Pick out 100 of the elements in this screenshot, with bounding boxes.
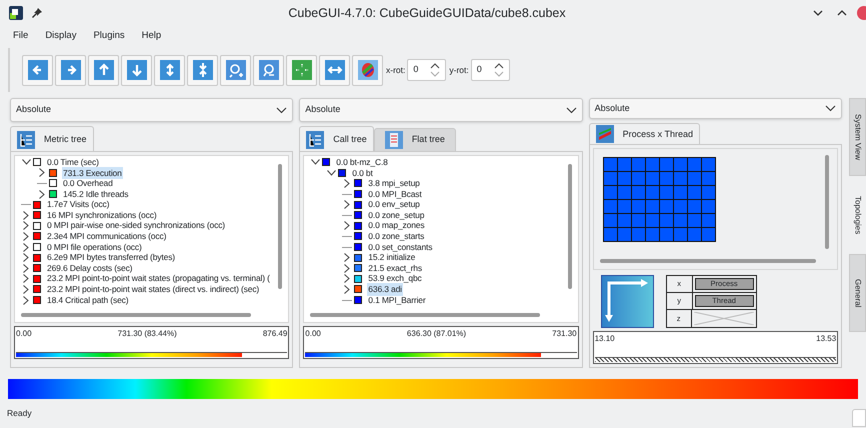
toolbar-button[interactable]: [253, 54, 284, 86]
side-tab[interactable]: General: [849, 254, 866, 332]
toolbar-button[interactable]: [154, 54, 185, 86]
tree-item[interactable]: 145.2 Idle threads: [62, 188, 130, 200]
xy-axes-icon: [600, 275, 654, 328]
chevron-right-icon[interactable]: [39, 168, 45, 178]
tree-item[interactable]: 0 MPI pair-wise one-sided synchronizations (occ): [46, 219, 226, 232]
menu-item[interactable]: Display: [45, 28, 76, 44]
pin-icon[interactable]: [32, 8, 42, 18]
spin-arrows-icon[interactable]: [430, 61, 440, 79]
scale-max-label: 731.30: [552, 328, 577, 340]
arrows-converge-icon: [192, 60, 212, 80]
zoom-out-icon: [258, 60, 278, 80]
tree-item[interactable]: 3.8 mpi_setup: [367, 177, 421, 190]
scale-min-label: 0.00: [305, 328, 321, 340]
tree-item[interactable]: 0 MPI file operations (occ): [46, 240, 143, 254]
mode-dropdown[interactable]: Absolute: [10, 98, 294, 122]
tree-item[interactable]: 2.3e4 MPI communications (occ): [46, 230, 168, 243]
topology-grid[interactable]: [602, 157, 716, 242]
toolbar-button[interactable]: [22, 54, 53, 86]
mode-dropdown[interactable]: Absolute: [299, 98, 583, 122]
toolbar-button[interactable]: [187, 54, 218, 86]
scale-value-label: 636.30 (87.01%): [406, 328, 466, 340]
status-text: Ready: [7, 407, 32, 420]
chevron-down-icon[interactable]: [22, 159, 30, 166]
app-logo-icon: [8, 5, 24, 21]
scale-max-label: 13.53: [816, 333, 836, 345]
tree-list-icon: [306, 130, 324, 148]
toolbar-button[interactable]: [220, 54, 251, 86]
tree-item[interactable]: 0.0 zone_starts: [367, 230, 426, 243]
chevron-right-icon[interactable]: [39, 190, 45, 199]
mode-dropdown[interactable]: Absolute: [588, 98, 842, 119]
chevron-down-icon: [276, 106, 288, 114]
toolbar-button[interactable]: [121, 54, 152, 86]
tree-item[interactable]: 0.0 env_setup: [367, 198, 421, 212]
arrow-up-icon: [94, 60, 114, 80]
vertical-scrollbar[interactable]: [278, 164, 282, 289]
spinbox-label: x-rot:: [386, 64, 406, 76]
tab[interactable]: Flat tree: [374, 128, 456, 152]
tree-item[interactable]: 636.3 adi: [367, 283, 403, 296]
menu-item[interactable]: Help: [142, 28, 162, 44]
center-icon: [292, 60, 312, 80]
layers-icon: [596, 125, 614, 144]
horizontal-scrollbar[interactable]: [600, 259, 816, 263]
arrows-horizontal-icon: [324, 60, 344, 80]
arrow-down-icon: [126, 60, 146, 80]
chevron-down-icon: [566, 106, 577, 114]
tree-item[interactable]: 0.0 map_zones: [367, 219, 426, 232]
tree-item[interactable]: 0.0 bt: [351, 166, 374, 180]
tree-item[interactable]: 0.0 zone_setup: [367, 208, 426, 222]
scale-value-label: 731.30 (83.44%): [118, 328, 177, 340]
tree-item[interactable]: 0.1 MPI_Barrier: [367, 294, 427, 306]
tree-item[interactable]: 18.4 Critical path (sec): [46, 294, 130, 306]
toolbar-button[interactable]: [55, 54, 86, 86]
tree-item[interactable]: 53.9 exch_qbc: [367, 272, 423, 286]
tree-item[interactable]: 269.6 Delay costs (sec): [46, 262, 134, 275]
window-title: CubeGUI-4.7.0: CubeGuideGUIData/cube8.cubex: [287, 4, 567, 22]
chevron-right-icon[interactable]: [344, 178, 350, 188]
arrows-vertical-icon: [160, 60, 180, 80]
tab[interactable]: Call tree: [299, 126, 374, 152]
arrow-right-icon: [60, 60, 80, 80]
chevron-right-icon[interactable]: [344, 200, 350, 210]
spinbox-label: y-rot:: [449, 64, 469, 76]
toolbar-button[interactable]: [88, 54, 119, 86]
arrow-left-icon: [28, 60, 48, 80]
tree-item[interactable]: 15.2 initialize: [367, 251, 416, 264]
horizontal-scrollbar[interactable]: [310, 313, 540, 317]
scale-max-label: 876.49: [262, 328, 288, 340]
menu-item[interactable]: Plugins: [93, 28, 125, 44]
tree-item[interactable]: 16 MPI synchronizations (occ): [46, 208, 158, 222]
scale-min-label: 13.10: [594, 333, 615, 345]
menu-item[interactable]: File: [13, 28, 28, 44]
tab[interactable]: Process x Thread: [588, 122, 700, 145]
tab[interactable]: Metric tree: [10, 126, 94, 152]
close-icon[interactable]: [856, 5, 866, 21]
tree-item[interactable]: 0.0 set_constants: [367, 240, 434, 254]
toolbar-button[interactable]: [319, 54, 350, 86]
toolbar-button[interactable]: [352, 54, 383, 86]
side-tab[interactable]: System View: [849, 98, 866, 176]
vertical-scrollbar[interactable]: [568, 164, 572, 289]
tree-item[interactable]: 21.5 exact_rhs: [367, 262, 423, 275]
tree-item[interactable]: 23.2 MPI point-to-point wait states (propagating vs. terminal) (: [46, 272, 271, 286]
tree-item[interactable]: 6.2e9 MPI bytes transferred (bytes): [46, 251, 176, 264]
tree-item[interactable]: 0.0 bt-mz_C.8: [335, 156, 389, 169]
tree-item[interactable]: 731.3 Execution: [62, 166, 123, 180]
tree-item[interactable]: 0.0 Time (sec): [46, 156, 100, 169]
vertical-scrollbar[interactable]: [825, 155, 830, 249]
horizontal-scrollbar[interactable]: [21, 313, 251, 317]
tree-item[interactable]: 0.0 MPI_Bcast: [367, 188, 423, 200]
tree-item[interactable]: 23.2 MPI point-to-point wait states (direct vs. indirect) (sec): [46, 283, 260, 296]
scale-min-label: 0.00: [16, 328, 32, 340]
tree-list-icon: [17, 130, 35, 148]
chevron-right-icon[interactable]: [344, 221, 350, 230]
flat-list-icon: [384, 131, 403, 149]
zoom-in-icon: [226, 60, 246, 80]
tree-item[interactable]: 1.7e7 Visits (occ): [46, 198, 110, 212]
spinbox[interactable]: 0: [470, 59, 510, 81]
spinbox[interactable]: 0: [407, 59, 446, 81]
spin-arrows-icon[interactable]: [494, 61, 504, 79]
tree-item[interactable]: 0.0 Overhead: [62, 177, 114, 190]
